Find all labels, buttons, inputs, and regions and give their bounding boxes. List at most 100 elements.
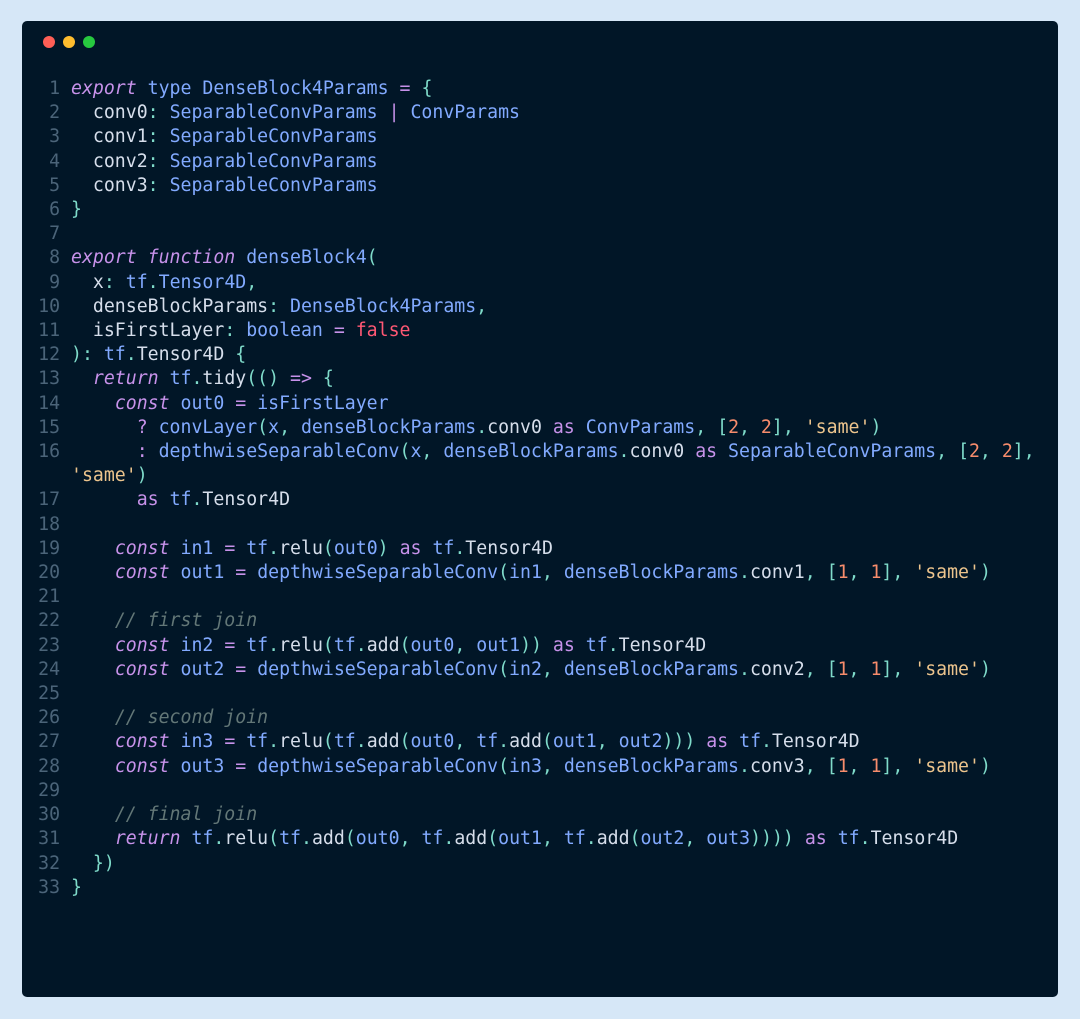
code-token: tf xyxy=(103,344,126,366)
code-token: ) xyxy=(979,658,991,680)
code-token: return xyxy=(114,828,181,850)
code-token: , xyxy=(936,441,948,463)
code-token: Tensor4D xyxy=(465,537,553,559)
code-token: return xyxy=(92,368,159,390)
line-content: conv0: SeparableConvParams | ConvParams xyxy=(71,101,1042,125)
code-token: )))) xyxy=(750,828,794,850)
code-line: 22 // first join xyxy=(38,609,1042,633)
code-line: 18 xyxy=(38,513,1042,537)
line-content: as tf.Tensor4D xyxy=(71,488,1042,512)
code-token: , xyxy=(979,441,991,463)
code-token: ))) xyxy=(662,731,696,753)
close-button[interactable] xyxy=(43,36,55,48)
code-token: { xyxy=(322,368,334,390)
code-token: Tensor4D xyxy=(870,828,959,850)
code-token: : xyxy=(147,174,159,196)
code-token: tf xyxy=(563,828,586,850)
line-number: 7 xyxy=(49,223,71,245)
code-token: = xyxy=(224,731,236,753)
code-token: tf xyxy=(432,537,455,559)
line-number: 16 xyxy=(38,441,71,463)
code-token: denseBlockParams xyxy=(443,441,619,463)
code-token: ? xyxy=(136,416,148,438)
line-content xyxy=(71,222,1042,246)
code-token: ( xyxy=(344,828,356,850)
code-line: 12 ): tf.Tensor4D { xyxy=(38,343,1042,367)
code-token: in2 xyxy=(509,658,542,680)
code-token: ], xyxy=(881,658,904,680)
line-number: 33 xyxy=(38,876,71,898)
code-token: tf xyxy=(246,634,269,656)
line-content: export function denseBlock4( xyxy=(71,246,1042,270)
code-line: 24 const out2 = depthwiseSeparableConv(i… xyxy=(38,658,1042,682)
minimize-button[interactable] xyxy=(63,36,75,48)
line-number: 23 xyxy=(38,634,71,656)
code-token: // second join xyxy=(114,707,269,729)
code-token: }) xyxy=(92,852,115,874)
code-token: denseBlockParams xyxy=(300,416,477,438)
code-token: . xyxy=(268,634,280,656)
code-line: 19 const in1 = tf.relu(out0) as tf.Tenso… xyxy=(38,537,1042,561)
code-token: DenseBlock4Params xyxy=(290,295,477,317)
code-line: 21 xyxy=(38,585,1042,609)
code-token: 'same' xyxy=(71,465,137,487)
line-number: 20 xyxy=(38,562,71,584)
line-content: ? convLayer(x, denseBlockParams.conv0 as… xyxy=(71,416,1042,440)
line-number: 31 xyxy=(38,828,71,850)
code-line: 8 export function denseBlock4( xyxy=(38,246,1042,270)
maximize-button[interactable] xyxy=(83,36,95,48)
code-token: ConvParams xyxy=(410,102,520,124)
code-token: 1 xyxy=(837,658,849,680)
code-token: , xyxy=(279,416,291,438)
code-token: in2 xyxy=(180,634,214,656)
line-number: 22 xyxy=(38,610,71,632)
code-line: 7 xyxy=(38,222,1042,246)
line-content: const in3 = tf.relu(tf.add(out0, tf.add(… xyxy=(71,730,1042,754)
code-token: SeparableConvParams xyxy=(169,174,378,196)
line-number: 30 xyxy=(38,804,71,826)
line-content: // first join xyxy=(71,609,1042,633)
window-controls xyxy=(43,36,95,48)
code-token: , xyxy=(848,562,860,584)
code-token: ( xyxy=(399,441,411,463)
line-number: 12 xyxy=(38,344,71,366)
code-token: ], xyxy=(1012,441,1035,463)
code-token: : xyxy=(268,295,280,317)
code-token: ( xyxy=(366,247,378,269)
code-line: 6 } xyxy=(38,198,1042,222)
code-token: ( xyxy=(257,416,269,438)
code-token: as xyxy=(399,537,422,559)
code-token: 1 xyxy=(837,562,849,584)
code-token: = xyxy=(224,634,236,656)
line-number: 14 xyxy=(38,392,71,414)
code-token: add xyxy=(509,731,542,753)
code-token: conv3 xyxy=(92,174,148,196)
code-token: relu xyxy=(224,828,269,850)
code-token: out0 xyxy=(333,537,378,559)
code-line: 10 denseBlockParams: DenseBlock4Params, xyxy=(38,295,1042,319)
code-line: 33 } xyxy=(38,876,1042,900)
code-token: ( xyxy=(268,828,280,850)
code-token: conv0 xyxy=(92,102,148,124)
code-token: , xyxy=(695,416,707,438)
code-token: ConvParams xyxy=(585,416,696,438)
line-content: const in1 = tf.relu(out0) as tf.Tensor4D xyxy=(71,537,1042,561)
